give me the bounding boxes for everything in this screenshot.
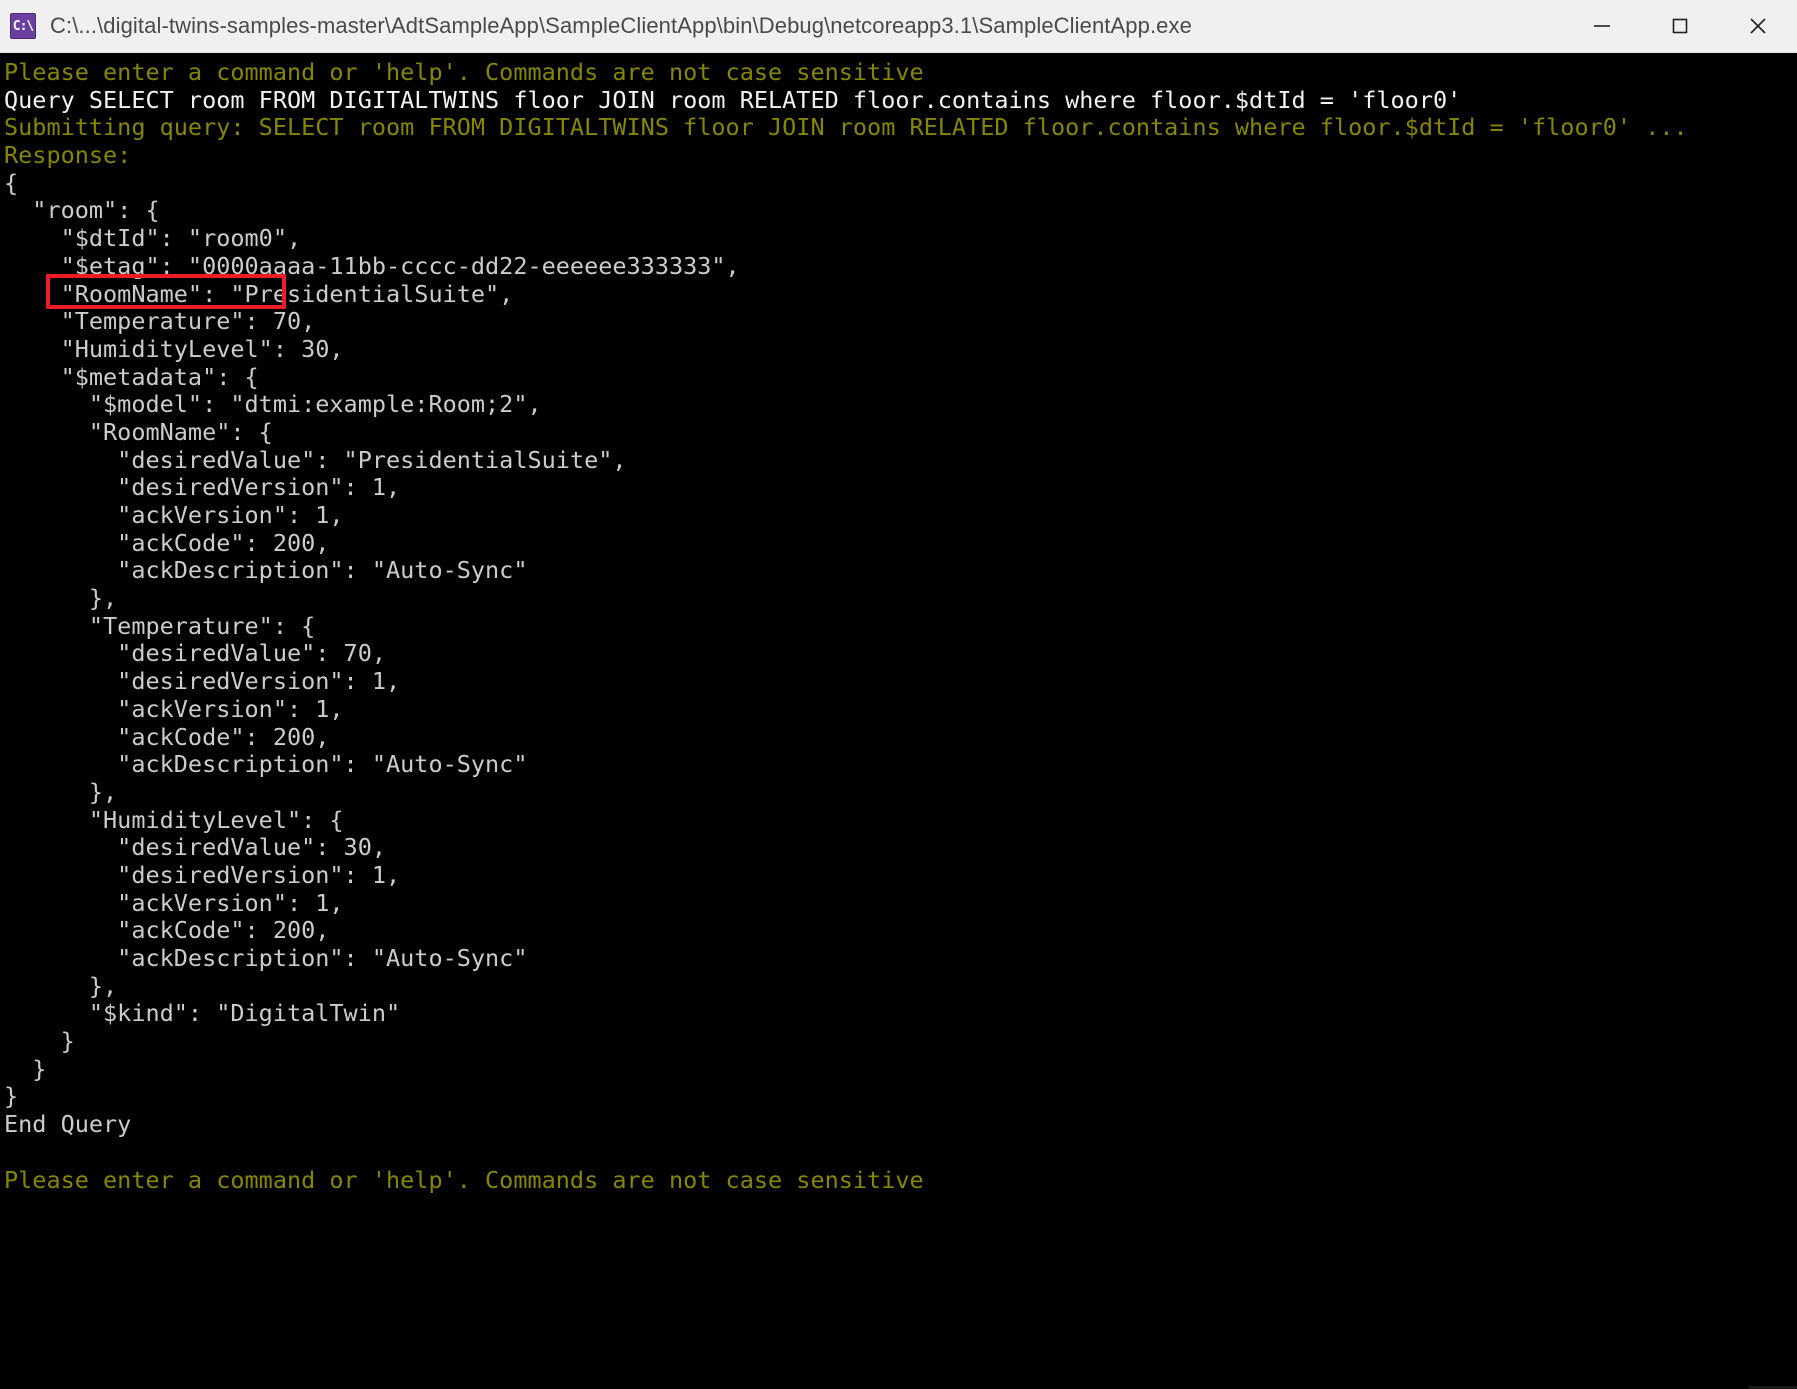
window-title: C:\...\digital-twins-samples-master\AdtS… <box>50 13 1192 38</box>
minimize-icon <box>1594 25 1610 27</box>
console-line: "ackCode": 200, <box>4 722 330 751</box>
console-lines: Please enter a command or 'help'. Comman… <box>4 58 1797 1194</box>
console-line: { <box>4 168 19 197</box>
console-line: "desiredValue": 70, <box>4 639 387 668</box>
console-line: } <box>4 1054 47 1083</box>
console-line: } <box>4 1027 75 1056</box>
console-line: "desiredVersion": 1, <box>4 860 401 889</box>
minimize-button[interactable] <box>1563 0 1641 53</box>
console-output-area[interactable]: Please enter a command or 'help'. Comman… <box>0 53 1797 1389</box>
console-line: "ackCode": 200, <box>4 916 330 945</box>
console-line: "room": { <box>4 196 160 225</box>
console-line: "$kind": "DigitalTwin" <box>4 999 401 1028</box>
console-line: "desiredValue": 30, <box>4 833 387 862</box>
console-line: "ackVersion": 1, <box>4 694 344 723</box>
console-line: "HumidityLevel": 30, <box>4 334 344 363</box>
console-line: "desiredVersion": 1, <box>4 667 401 696</box>
console-line: "ackDescription": "Auto-Sync" <box>4 944 528 972</box>
console-line: }, <box>4 777 118 806</box>
maximize-icon <box>1672 18 1688 34</box>
console-line: Please enter a command or 'help'. Comman… <box>4 1165 924 1194</box>
maximize-button[interactable] <box>1641 0 1719 53</box>
console-icon-glyph: C:\ <box>12 18 35 34</box>
console-line: "ackDescription": "Auto-Sync" <box>4 750 528 779</box>
console-line: "$etag": "0000aaaa-11bb-cccc-dd22-eeeeee… <box>4 251 740 280</box>
console-line: "RoomName": { <box>4 417 273 446</box>
console-line: }, <box>4 584 118 613</box>
console-line: "ackDescription": "Auto-Sync" <box>4 556 528 585</box>
console-line: "ackVersion": 1, <box>4 501 344 529</box>
console-line: } <box>4 1082 19 1111</box>
console-line: Please enter a command or 'help'. Comman… <box>4 58 924 86</box>
console-line: End Query <box>4 1110 132 1139</box>
close-button[interactable] <box>1719 0 1797 53</box>
window-controls <box>1563 0 1797 53</box>
console-line: Response: <box>4 141 132 170</box>
console-line: }, <box>4 971 118 1000</box>
console-line: "HumidityLevel": { <box>4 805 344 834</box>
console-window: C:\ C:\...\digital-twins-samples-master\… <box>0 0 1797 1389</box>
console-line: "ackCode": 200, <box>4 528 330 557</box>
console-app-icon: C:\ <box>10 13 36 39</box>
console-line: "$model": "dtmi:example:Room;2", <box>4 390 542 419</box>
console-line: "Temperature": 70, <box>4 307 316 336</box>
console-line: Query SELECT room FROM DIGITALTWINS floo… <box>4 85 1462 114</box>
console-line: "RoomName": "PresidentialSuite", <box>4 279 514 308</box>
title-bar[interactable]: C:\ C:\...\digital-twins-samples-master\… <box>0 0 1797 53</box>
console-line: "Temperature": { <box>4 611 316 640</box>
close-icon <box>1750 18 1766 34</box>
console-line: "$metadata": { <box>4 362 259 391</box>
console-line: Submitting query: SELECT room FROM DIGIT… <box>4 113 1688 142</box>
console-line: "$dtId": "room0", <box>4 224 302 253</box>
console-line: "desiredVersion": 1, <box>4 473 401 502</box>
console-line: "desiredValue": "PresidentialSuite", <box>4 445 627 474</box>
console-line: "ackVersion": 1, <box>4 888 344 917</box>
